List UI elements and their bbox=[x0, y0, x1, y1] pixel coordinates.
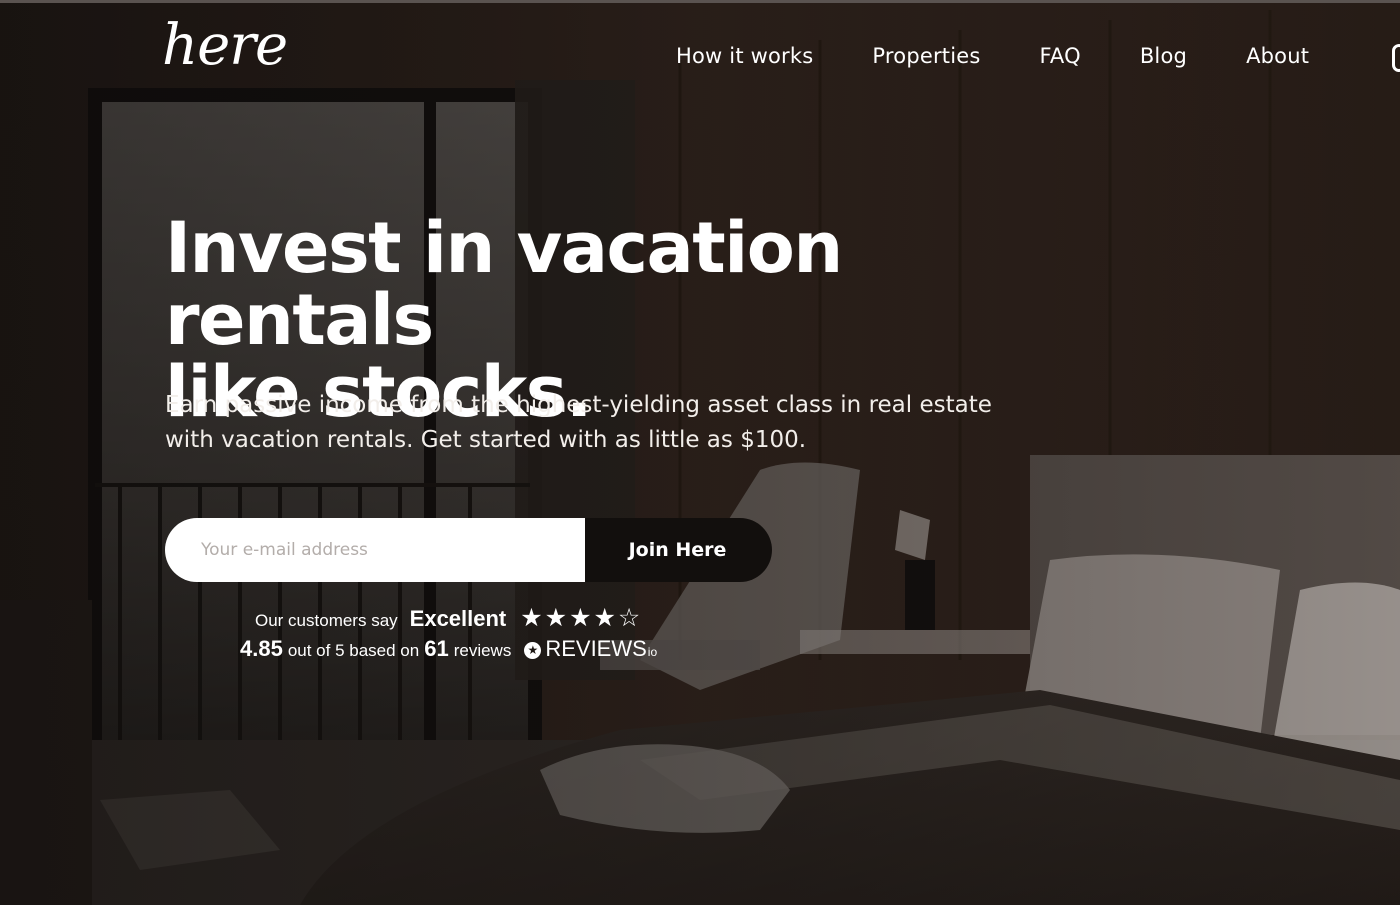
account-icon[interactable] bbox=[1392, 44, 1400, 72]
rating-score: 4.85 bbox=[240, 636, 283, 661]
reviews-io-brand-suffix: io bbox=[647, 645, 658, 659]
reviews-word: reviews bbox=[453, 641, 512, 660]
top-border bbox=[0, 0, 1400, 3]
signup-form: Join Here bbox=[165, 518, 772, 582]
nav-blog[interactable]: Blog bbox=[1140, 44, 1187, 68]
nav-faq[interactable]: FAQ bbox=[1040, 44, 1081, 68]
main-nav: How it works Properties FAQ Blog About bbox=[676, 44, 1309, 68]
nav-how-it-works[interactable]: How it works bbox=[676, 44, 813, 68]
nav-about[interactable]: About bbox=[1246, 44, 1309, 68]
nav-properties[interactable]: Properties bbox=[872, 44, 980, 68]
reviews-widget[interactable]: Our customers say Excellent ★★★★☆ 4.85 o… bbox=[240, 606, 700, 668]
email-input[interactable] bbox=[165, 518, 585, 582]
rating-out-of: out of 5 based on bbox=[287, 641, 420, 660]
customers-say-label: Our customers say bbox=[255, 611, 398, 630]
review-count: 61 bbox=[424, 636, 449, 661]
reviews-io-logo[interactable]: ★ REVIEWS io bbox=[524, 636, 657, 662]
rating-word: Excellent bbox=[409, 606, 507, 631]
reviews-detail-row: 4.85 out of 5 based on 61 reviews ★ REVI… bbox=[240, 636, 700, 668]
rating-stars-icon: ★★★★☆ bbox=[520, 604, 643, 632]
reviews-io-brand-name: REVIEWS bbox=[545, 636, 647, 661]
hero-title-line1: Invest in vacation rentals bbox=[165, 207, 843, 361]
reviews-summary-row: Our customers say Excellent ★★★★☆ bbox=[255, 606, 700, 636]
join-button[interactable]: Join Here bbox=[585, 518, 772, 582]
hero-subtitle: Earn passive income from the highest-yie… bbox=[165, 392, 992, 453]
logo[interactable]: here bbox=[162, 18, 288, 74]
reviews-io-star-icon: ★ bbox=[524, 642, 542, 659]
